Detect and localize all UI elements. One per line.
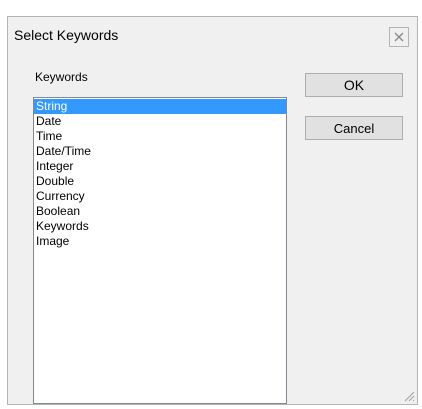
list-item[interactable]: Date — [34, 114, 286, 129]
list-item[interactable]: Image — [34, 234, 286, 249]
list-item[interactable]: Currency — [34, 189, 286, 204]
list-item[interactable]: Time — [34, 129, 286, 144]
list-item[interactable]: Double — [34, 174, 286, 189]
close-icon — [394, 32, 404, 42]
list-item[interactable]: Date/Time — [34, 144, 286, 159]
dialog-title: Select Keywords — [14, 27, 119, 43]
list-item[interactable]: Boolean — [34, 204, 286, 219]
list-item[interactable]: Integer — [34, 159, 286, 174]
list-item[interactable]: String — [34, 99, 286, 114]
select-keywords-dialog: Select Keywords Keywords String Date Tim… — [7, 16, 418, 405]
ok-button[interactable]: OK — [305, 73, 403, 97]
cancel-button[interactable]: Cancel — [305, 116, 403, 140]
list-item[interactable]: Keywords — [34, 219, 286, 234]
keywords-listbox[interactable]: String Date Time Date/Time Integer Doubl… — [33, 97, 287, 404]
close-button[interactable] — [389, 27, 409, 47]
dialog-titlebar: Select Keywords — [8, 17, 417, 51]
keywords-label: Keywords — [35, 70, 88, 84]
keywords-list: String Date Time Date/Time Integer Doubl… — [34, 98, 286, 249]
resize-grip-icon[interactable] — [401, 388, 415, 402]
